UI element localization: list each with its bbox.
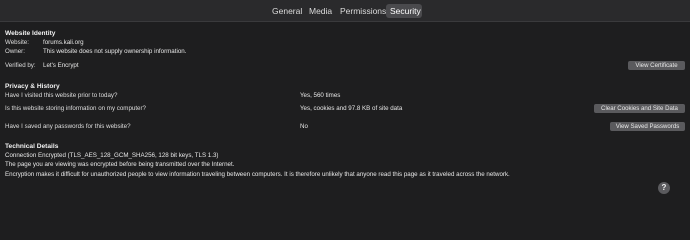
visited-answer: Yes, 560 times: [300, 92, 341, 99]
view-saved-passwords-button[interactable]: View Saved Passwords: [610, 122, 685, 131]
encrypted-before-transmit-text: The page you are viewing was encrypted b…: [5, 161, 235, 168]
view-certificate-button[interactable]: View Certificate: [628, 61, 685, 70]
passwords-answer: No: [300, 123, 308, 130]
visited-question: Have I visited this website prior to tod…: [5, 92, 118, 99]
passwords-question: Have I saved any passwords for this webs…: [5, 123, 131, 130]
privacy-history-heading: Privacy & History: [5, 83, 60, 90]
tab-permissions[interactable]: Permissions: [336, 4, 386, 18]
tab-general[interactable]: General: [268, 4, 304, 18]
storing-answer: Yes, cookies and 97.8 KB of site data: [300, 105, 403, 112]
connection-encrypted-text: Connection Encrypted (TLS_AES_128_GCM_SH…: [5, 152, 219, 159]
tab-bar: General Media Permissions Security: [0, 0, 690, 22]
website-identity-heading: Website Identity: [5, 30, 56, 37]
technical-details-heading: Technical Details: [5, 143, 59, 150]
tab-security[interactable]: Security: [386, 4, 422, 18]
storing-question: Is this website storing information on m…: [5, 105, 146, 112]
verified-by-label: Verified by:: [5, 62, 36, 69]
encryption-explanation-text: Encryption makes it difficult for unauth…: [5, 171, 510, 178]
website-label: Website:: [5, 39, 29, 46]
clear-cookies-button[interactable]: Clear Cookies and Site Data: [594, 104, 685, 113]
verified-by-value: Let's Encrypt: [43, 62, 79, 69]
tab-media[interactable]: Media: [305, 4, 332, 18]
owner-value: This website does not supply ownership i…: [43, 48, 187, 55]
website-value: forums.kali.org: [43, 39, 84, 46]
help-icon[interactable]: ?: [658, 182, 670, 194]
owner-label: Owner:: [5, 48, 25, 55]
